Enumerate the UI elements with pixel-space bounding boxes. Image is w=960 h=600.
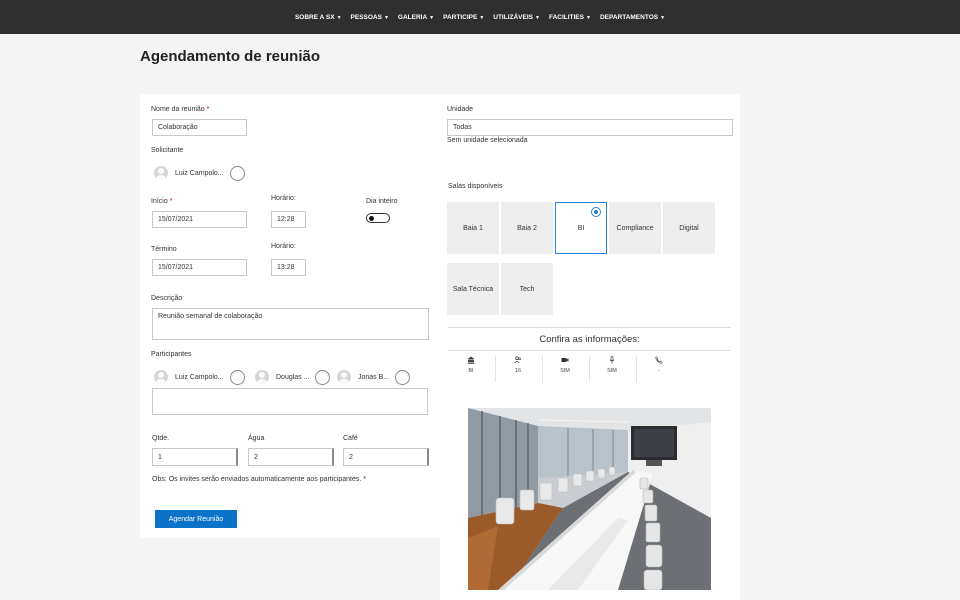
schedule-meeting-button[interactable]: Agendar Reunião [155, 510, 237, 528]
info-phone-value: - [658, 368, 660, 374]
nav-item-departamentos[interactable]: DEPARTAMENTOS ▼ [600, 14, 665, 21]
end-label: Término [151, 246, 177, 253]
room-option-baia-1[interactable]: Baia 1 [447, 202, 499, 254]
chevron-down-icon: ▼ [479, 14, 485, 21]
info-camera-value: SIM [560, 368, 570, 374]
requester-name: Luiz Campolo... [175, 169, 224, 177]
qty-input[interactable]: 1 [152, 448, 238, 466]
room-option-tech[interactable]: Tech [501, 263, 553, 315]
avatar [154, 166, 168, 180]
info-microphone: SIM [589, 356, 635, 384]
toggle-knob [369, 216, 374, 221]
unit-select[interactable]: Todas [447, 119, 733, 136]
chevron-down-icon: ▼ [383, 14, 389, 21]
divider [448, 350, 731, 351]
chevron-down-icon: ▼ [535, 14, 540, 21]
page-title: Agendamento de reunião [140, 48, 321, 65]
camera-icon [560, 356, 570, 364]
microphone-icon [607, 356, 617, 364]
nav-item-participe[interactable]: PARTICIPE ▼ [443, 14, 484, 21]
description-label: Descrição [151, 295, 183, 302]
phone-icon [654, 356, 664, 364]
coffee-input[interactable]: 2 [343, 448, 429, 466]
participant-name: Jonas B... [358, 373, 390, 381]
nav-item-pessoas[interactable]: PESSOAS ▼ [351, 14, 389, 21]
meeting-name-input[interactable]: Colaboração [152, 119, 247, 136]
room-photo [468, 408, 711, 590]
participant-chip: Douglas ... [255, 369, 331, 385]
info-capacity-value: 16 [514, 368, 522, 374]
requester-label: Solicitante [151, 147, 184, 154]
qty-label: Qtde. [152, 435, 170, 442]
chevron-down-icon: ▼ [429, 14, 435, 21]
all-day-toggle[interactable] [366, 213, 390, 223]
nav-item-utilizaveis[interactable]: UTILIZÁVEIS ▼ [493, 14, 540, 21]
chevron-down-icon: ▼ [336, 14, 342, 21]
participants-search-input[interactable] [152, 388, 428, 415]
info-room: BI [448, 356, 494, 384]
people-icon [513, 356, 523, 364]
remove-participant-button[interactable] [395, 369, 411, 385]
info-capacity: 16 [495, 356, 541, 384]
end-time-label: Horário: [271, 243, 296, 250]
remove-participant-button[interactable] [229, 369, 245, 385]
participant-chip: Luiz Campolo... [154, 369, 245, 385]
participant-chip: Jonas B... [337, 369, 411, 385]
description-textarea[interactable]: Reunião semanal de colaboração [152, 308, 429, 340]
room-label: BI [577, 224, 585, 232]
remove-requester-button[interactable] [229, 165, 245, 181]
avatar [154, 370, 168, 384]
chevron-down-icon: ▼ [585, 14, 591, 21]
room-option-bi[interactable]: BI [555, 202, 607, 254]
water-label: Água [248, 435, 265, 442]
avatar [337, 370, 351, 384]
info-phone: - [636, 356, 682, 384]
room-option-compliance[interactable]: Compliance [609, 202, 661, 254]
water-input[interactable]: 2 [248, 448, 334, 466]
end-date-input[interactable]: 15/07/2021 [152, 259, 247, 276]
invite-note: Obs: Os invites serão enviados automatic… [152, 476, 366, 483]
unit-label: Unidade [447, 106, 474, 113]
participant-name: Douglas ... [276, 373, 310, 381]
divider [448, 327, 731, 328]
radio-selected-icon [591, 207, 601, 217]
room-option-digital[interactable]: Digital [663, 202, 715, 254]
info-microphone-value: SIM [607, 368, 617, 374]
coffee-label: Café [343, 435, 358, 442]
nav-item-galeria[interactable]: GALERIA ▼ [398, 14, 434, 21]
info-room-value: BI [468, 368, 474, 374]
meeting-name-label: Nome da reunião * [151, 106, 210, 113]
nav-item-facilities[interactable]: FACILITIES ▼ [549, 14, 591, 21]
start-time-label: Horário: [271, 195, 296, 202]
all-day-label: Dia inteiro [366, 198, 398, 205]
start-label: Início * [151, 198, 173, 205]
nav-item-sobre[interactable]: SOBRE A SX ▼ [295, 14, 342, 21]
chevron-down-icon: ▼ [660, 14, 666, 21]
remove-participant-button[interactable] [315, 369, 331, 385]
building-icon [466, 356, 476, 364]
top-navigation: SOBRE A SX ▼ PESSOAS ▼ GALERIA ▼ PARTICIPE ▼… [0, 0, 960, 34]
requester-chip: Luiz Campolo... [154, 165, 245, 181]
unit-hint: Sem unidade selecionada [447, 137, 528, 144]
participants-label: Participantes [151, 351, 192, 358]
confirm-title: Confira as informações: [539, 334, 640, 345]
participant-name: Luiz Campolo... [175, 373, 224, 381]
end-time-input[interactable]: 13:28 [271, 259, 306, 276]
rooms-label: Salas disponíveis [448, 183, 503, 190]
room-option-sala-tecnica[interactable]: Sala Técnica [447, 263, 499, 315]
room-option-baia-2[interactable]: Baia 2 [501, 202, 553, 254]
avatar [255, 370, 269, 384]
info-camera: SIM [542, 356, 588, 384]
start-time-input[interactable]: 12:28 [271, 211, 306, 228]
start-date-input[interactable]: 15/07/2021 [152, 211, 247, 228]
